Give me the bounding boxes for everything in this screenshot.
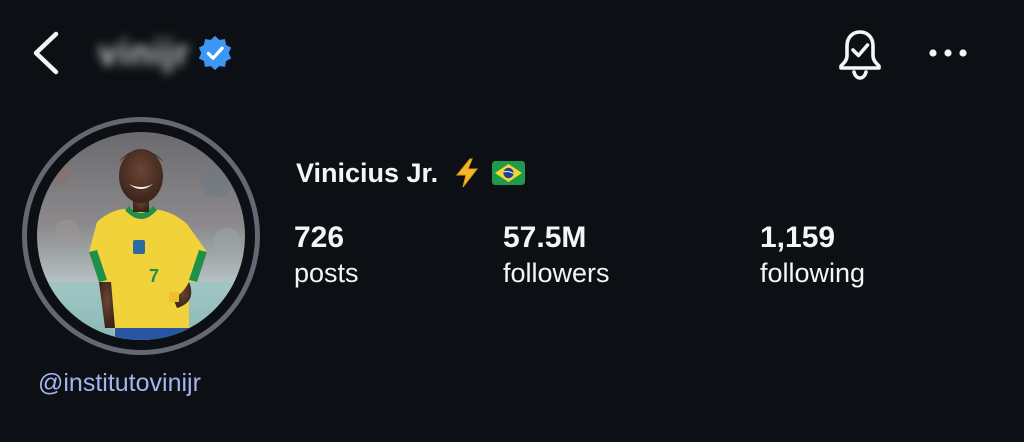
followers-label: followers (503, 258, 610, 288)
back-button[interactable] (28, 28, 68, 78)
display-name: Vinicius Jr. (296, 157, 439, 188)
following-count: 1,159 (760, 221, 836, 254)
svg-text:7: 7 (149, 266, 159, 286)
notification-bell-check-icon (839, 30, 881, 80)
verified-badge-icon (198, 35, 232, 71)
followers-stat[interactable]: 57.5M followers (503, 220, 610, 290)
username-header: vinijr (98, 30, 234, 76)
profile-avatar[interactable]: 7 (37, 132, 245, 340)
posts-count: 726 (294, 221, 345, 254)
username: vinijr (98, 32, 191, 73)
display-name-row: Vinicius Jr. (296, 155, 526, 191)
avatar-photo: 7 (37, 132, 245, 340)
following-stat[interactable]: 1,159 following (760, 220, 865, 290)
posts-label: posts (294, 258, 359, 288)
notification-bell-button[interactable] (832, 26, 888, 82)
mention-link[interactable]: @institutovinijr (38, 366, 201, 400)
posts-stat[interactable]: 726 posts (294, 220, 359, 290)
chevron-left-icon (33, 31, 59, 75)
profile-screen: vinijr 7 Vinicius Jr. 726 posts 57.5M fo… (0, 0, 1024, 442)
followers-count: 57.5M (503, 221, 587, 254)
more-horizontal-icon (929, 49, 967, 57)
high-voltage-emoji (456, 158, 479, 188)
following-label: following (760, 258, 866, 288)
brazil-flag-emoji (492, 161, 526, 185)
more-options-button[interactable] (924, 40, 972, 66)
